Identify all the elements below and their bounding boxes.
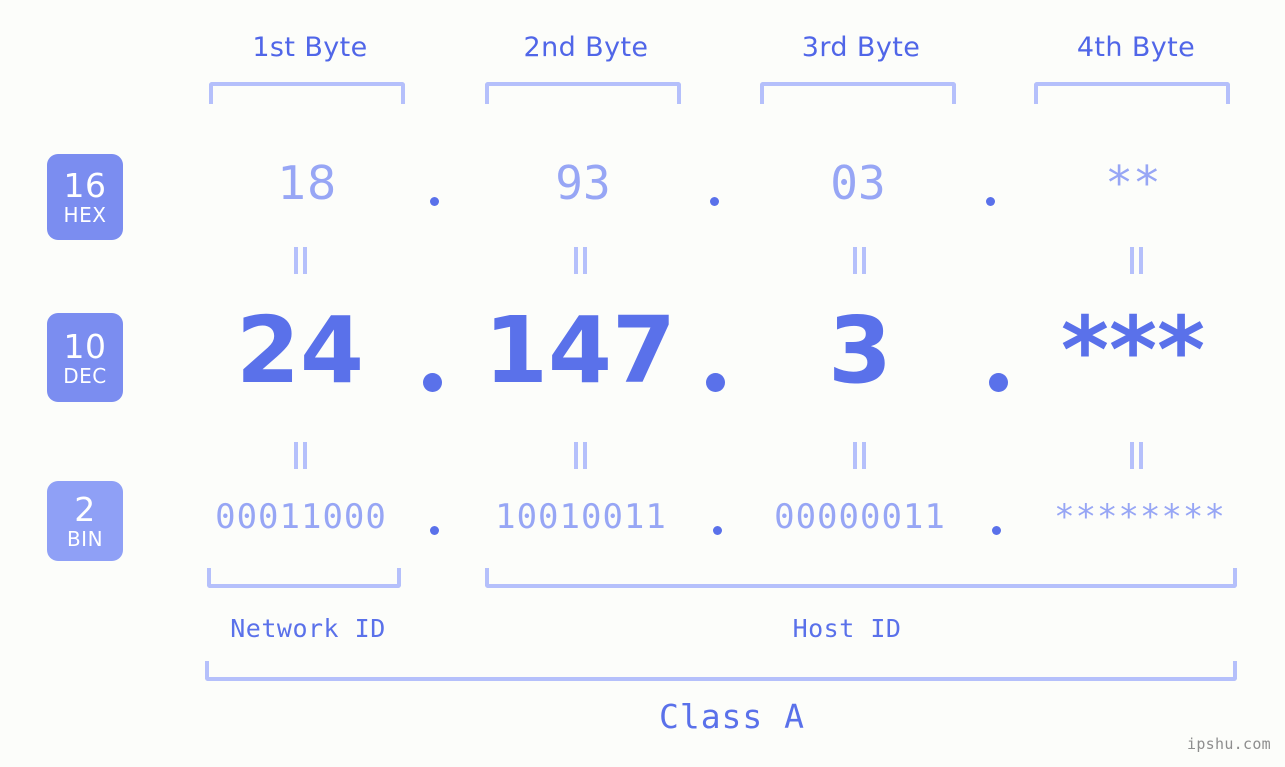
equals-marker-hex-dec-1 bbox=[294, 247, 307, 274]
equals-marker-dec-bin-1 bbox=[294, 442, 307, 469]
host-id-bracket bbox=[485, 568, 1237, 588]
equals-marker-hex-dec-2 bbox=[574, 247, 587, 274]
base-badge-hex-name: HEX bbox=[63, 203, 107, 227]
base-badge-bin-name: BIN bbox=[66, 527, 104, 551]
hex-dot-separator-2 bbox=[710, 197, 719, 206]
bin-dot-separator-2 bbox=[713, 526, 722, 535]
host-id-label: Host ID bbox=[792, 614, 902, 643]
network-id-bracket bbox=[207, 568, 401, 588]
bin-byte-1: 00011000 bbox=[215, 497, 387, 537]
byte-header-1: 1st Byte bbox=[252, 32, 368, 63]
equals-marker-dec-bin-2 bbox=[574, 442, 587, 469]
base-badge-hex: 16 HEX bbox=[47, 154, 123, 240]
equals-marker-dec-bin-3 bbox=[853, 442, 866, 469]
bin-byte-2: 10010011 bbox=[495, 497, 667, 537]
hex-byte-3: 03 bbox=[830, 156, 886, 210]
base-badge-bin-number: 2 bbox=[74, 490, 96, 529]
bin-byte-4: ******** bbox=[1054, 497, 1226, 537]
base-badge-bin: 2 BIN bbox=[47, 481, 123, 561]
class-bracket bbox=[205, 661, 1237, 681]
byte-header-4: 4th Byte bbox=[1076, 32, 1196, 63]
hex-byte-1: 18 bbox=[277, 156, 337, 210]
dec-dot-separator-1 bbox=[423, 373, 442, 392]
network-id-label: Network ID bbox=[230, 614, 386, 643]
bin-dot-separator-1 bbox=[430, 526, 439, 535]
bin-byte-3: 00000011 bbox=[774, 497, 946, 537]
byte-header-2: 2nd Byte bbox=[523, 32, 649, 63]
dec-byte-2: 147 bbox=[483, 297, 677, 404]
site-watermark: ipshu.com bbox=[1187, 735, 1271, 753]
byte-header-3: 3rd Byte bbox=[801, 32, 921, 63]
base-badge-hex-number: 16 bbox=[63, 166, 107, 205]
dec-dot-separator-3 bbox=[989, 373, 1008, 392]
hex-dot-separator-1 bbox=[430, 197, 439, 206]
byte-bracket-2 bbox=[485, 82, 681, 104]
byte-bracket-3 bbox=[760, 82, 956, 104]
equals-marker-dec-bin-4 bbox=[1130, 442, 1143, 469]
ip-breakdown-diagram: 1st Byte 2nd Byte 3rd Byte 4th Byte 16 H… bbox=[0, 0, 1285, 767]
equals-marker-hex-dec-4 bbox=[1130, 247, 1143, 274]
bin-dot-separator-3 bbox=[992, 526, 1001, 535]
byte-bracket-1 bbox=[209, 82, 405, 104]
dec-dot-separator-2 bbox=[706, 373, 725, 392]
byte-bracket-4 bbox=[1034, 82, 1230, 104]
equals-marker-hex-dec-3 bbox=[853, 247, 866, 274]
hex-byte-4: ** bbox=[1105, 156, 1161, 210]
dec-byte-4: *** bbox=[1060, 297, 1206, 404]
base-badge-dec-name: DEC bbox=[63, 363, 107, 388]
base-badge-dec-number: 10 bbox=[63, 326, 107, 366]
hex-byte-2: 93 bbox=[555, 156, 611, 210]
dec-byte-1: 24 bbox=[235, 297, 365, 404]
hex-dot-separator-3 bbox=[986, 197, 995, 206]
class-label: Class A bbox=[658, 697, 806, 736]
dec-byte-3: 3 bbox=[827, 297, 892, 404]
base-badge-dec: 10 DEC bbox=[47, 313, 123, 402]
